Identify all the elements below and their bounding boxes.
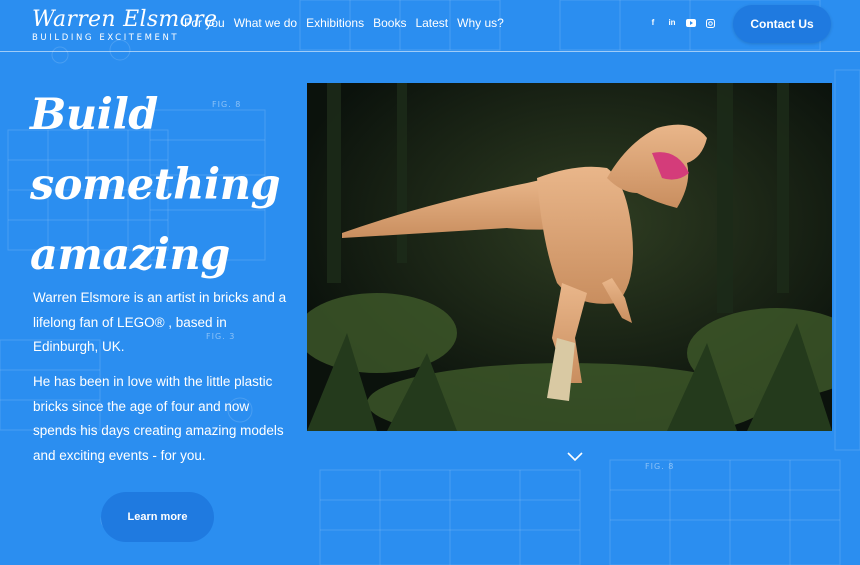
linkedin-icon[interactable]: in [667, 18, 677, 28]
instagram-icon[interactable] [705, 18, 715, 28]
brand-tagline: BUILDING EXCITEMENT [32, 33, 180, 43]
main-nav: For you What we do Exhibitions Books Lat… [184, 16, 504, 30]
nav-item-why-us[interactable]: Why us? [457, 16, 504, 30]
contact-us-button[interactable]: Contact Us [733, 5, 831, 43]
nav-item-latest[interactable]: Latest [415, 16, 448, 30]
hero-image-dinosaur [307, 83, 832, 431]
figure-label: FIG. 8 [645, 462, 675, 471]
bio-paragraph: He has been in love with the little plas… [33, 374, 284, 463]
chevron-down-icon[interactable] [567, 452, 583, 462]
nav-item-what-we-do[interactable]: What we do [234, 16, 297, 30]
nav-item-exhibitions[interactable]: Exhibitions [306, 16, 364, 30]
facebook-icon[interactable]: f [648, 18, 658, 28]
hero-title: Build something amazing [30, 80, 290, 290]
hero-title-line: Build [30, 90, 158, 140]
hero-title-line: amazing [30, 230, 230, 280]
intro-paragraph: Warren Elsmore is an artist in bricks an… [33, 290, 287, 354]
learn-more-button[interactable]: Learn more [101, 492, 214, 542]
social-links: f in [648, 18, 715, 28]
site-header: Warren Elsmore BUILDING EXCITEMENT For y… [0, 0, 860, 52]
youtube-icon[interactable] [686, 18, 696, 28]
nav-item-books[interactable]: Books [373, 16, 406, 30]
hero-title-line: something [30, 160, 281, 210]
nav-item-for-you[interactable]: For you [184, 16, 225, 30]
